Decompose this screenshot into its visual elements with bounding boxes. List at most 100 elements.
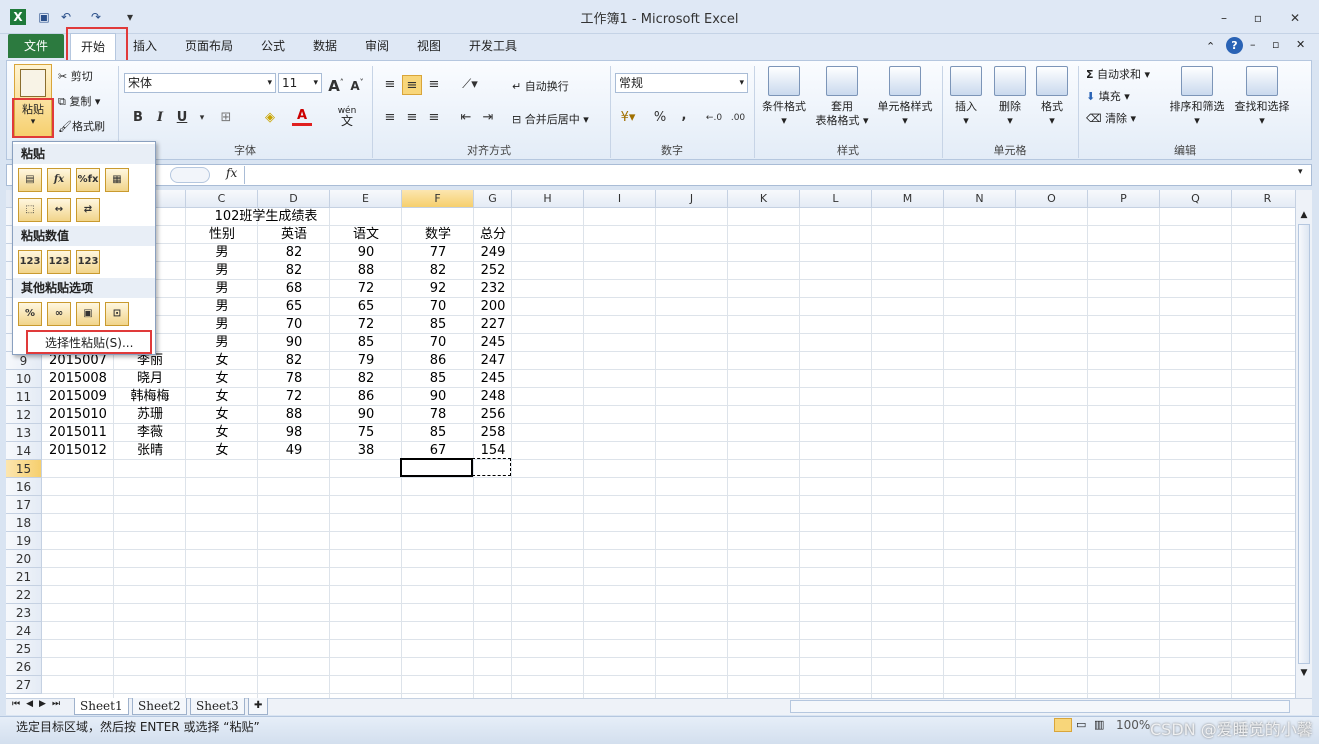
wrap-text-button[interactable]: ↵ 自动换行 [512,78,569,94]
table-cell[interactable]: 232 [474,280,512,298]
table-cell[interactable]: 张晴 [114,442,186,460]
table-cell[interactable]: 女 [186,406,258,424]
table-cell[interactable]: 78 [258,370,330,388]
col-header-G[interactable]: G [474,190,512,208]
help-icon[interactable]: ? [1226,37,1243,54]
worksheet-grid[interactable]: ABCDEFGHIJKLMNOPQR 123456789101112131415… [6,190,1295,698]
number-format-select[interactable]: 常规 ▾ [615,73,748,93]
table-cell[interactable]: 70 [258,316,330,334]
zoom-level[interactable]: 100% [1116,718,1150,732]
table-cell[interactable]: 2015010 [42,406,114,424]
row-header-12[interactable]: 12 [6,406,42,424]
table-cell[interactable]: 98 [258,424,330,442]
table-cell[interactable]: 女 [186,352,258,370]
col-header-R[interactable]: R [1232,190,1295,208]
col-header-H[interactable]: H [512,190,584,208]
keep-column-widths-icon[interactable]: ↔ [47,198,71,222]
table-cell[interactable]: 85 [402,316,474,334]
collapse-ribbon-icon[interactable]: ⌃ [1206,40,1215,53]
sheet-tab-3[interactable]: Sheet3 [190,698,245,715]
table-cell[interactable]: 256 [474,406,512,424]
formula-input[interactable] [244,166,1294,184]
table-cell[interactable]: 86 [330,388,402,406]
tab-data[interactable]: 数据 [306,34,344,60]
values-source-format-icon[interactable]: 123 [76,250,100,274]
table-cell[interactable]: 90 [330,406,402,424]
table-cell[interactable]: 韩梅梅 [114,388,186,406]
col-header-F[interactable]: F [402,190,474,208]
sheet-tab-1[interactable]: Sheet1 [74,698,129,715]
tab-page-layout[interactable]: 页面布局 [178,34,240,60]
row-header-19[interactable]: 19 [6,532,42,550]
minimize-icon[interactable]: – [1212,10,1236,26]
col-header-K[interactable]: K [728,190,800,208]
table-cell[interactable]: 88 [330,262,402,280]
grow-font-icon[interactable]: A˄ [326,73,346,95]
conditional-format-button[interactable]: 条件格式 ▾ [758,66,810,128]
header-cell[interactable]: 语文 [330,226,402,244]
wb-close-icon[interactable]: ✕ [1296,38,1305,51]
col-header-C[interactable]: C [186,190,258,208]
table-cell[interactable]: 70 [402,334,474,352]
table-cell[interactable]: 200 [474,298,512,316]
page-break-view-icon[interactable]: ▥ [1094,718,1104,731]
table-cell[interactable]: 男 [186,316,258,334]
format-as-table-button[interactable]: 套用 表格格式 ▾ [810,66,874,128]
paste-formulas-number-format-icon[interactable]: %fx [76,168,100,192]
table-cell[interactable]: 男 [186,334,258,352]
horizontal-scrollbar[interactable] [790,700,1290,713]
paste-formulas-icon[interactable]: fx [47,168,71,192]
transpose-icon[interactable]: ⇄ [76,198,100,222]
table-cell[interactable]: 75 [330,424,402,442]
find-select-button[interactable]: 查找和选择 ▾ [1230,66,1294,128]
table-cell[interactable]: 245 [474,334,512,352]
tab-file[interactable]: 文件 [8,34,64,58]
table-cell[interactable]: 82 [402,262,474,280]
tab-view[interactable]: 视图 [410,34,448,60]
table-cell[interactable]: 82 [258,262,330,280]
table-cell[interactable]: 77 [402,244,474,262]
table-cell[interactable]: 72 [330,316,402,334]
border-icon[interactable]: ⊞ [216,108,236,128]
table-cell[interactable]: 258 [474,424,512,442]
table-cell[interactable]: 85 [402,370,474,388]
table-cell[interactable]: 女 [186,442,258,460]
col-header-O[interactable]: O [1016,190,1088,208]
table-cell[interactable]: 65 [330,298,402,316]
insert-cells-button[interactable]: 插入 ▾ [946,66,986,128]
close-icon[interactable]: ✕ [1283,10,1307,26]
col-header-N[interactable]: N [944,190,1016,208]
row-header-18[interactable]: 18 [6,514,42,532]
delete-cells-button[interactable]: 删除 ▾ [990,66,1030,128]
underline-dropdown-icon[interactable]: ▾ [192,108,212,128]
restore-icon[interactable]: ▫ [1246,10,1270,26]
row-header-11[interactable]: 11 [6,388,42,406]
table-cell[interactable]: 90 [258,334,330,352]
insert-sheet-icon[interactable]: ✚ [248,698,269,715]
table-cell[interactable]: 苏珊 [114,406,186,424]
linked-picture-icon[interactable]: ⊡ [105,302,129,326]
col-header-D[interactable]: D [258,190,330,208]
row-header-23[interactable]: 23 [6,604,42,622]
col-header-E[interactable]: E [330,190,402,208]
tab-review[interactable]: 审阅 [358,34,396,60]
table-cell[interactable]: 248 [474,388,512,406]
keep-source-formatting-icon[interactable]: ▦ [105,168,129,192]
format-painter-button[interactable]: 🖌格式刷 [58,118,105,134]
table-cell[interactable]: 2015009 [42,388,114,406]
format-cells-button[interactable]: 格式 ▾ [1032,66,1072,128]
table-cell[interactable]: 女 [186,388,258,406]
table-cell[interactable]: 65 [258,298,330,316]
align-right-icon[interactable]: ≡ [424,108,444,128]
table-cell[interactable]: 85 [330,334,402,352]
font-name-select[interactable]: 宋体 ▾ [124,73,276,93]
col-header-I[interactable]: I [584,190,656,208]
table-cell[interactable]: 70 [402,298,474,316]
header-cell[interactable]: 总分 [474,226,512,244]
merge-center-button[interactable]: ⊟ 合并后居中 ▾ [512,111,589,127]
col-header-Q[interactable]: Q [1160,190,1232,208]
sheet-title-cell[interactable]: 102班学生成绩表 [166,208,366,226]
table-cell[interactable]: 38 [330,442,402,460]
header-cell[interactable]: 性别 [186,226,258,244]
increase-decimal-icon[interactable]: ←.0 [704,108,724,128]
